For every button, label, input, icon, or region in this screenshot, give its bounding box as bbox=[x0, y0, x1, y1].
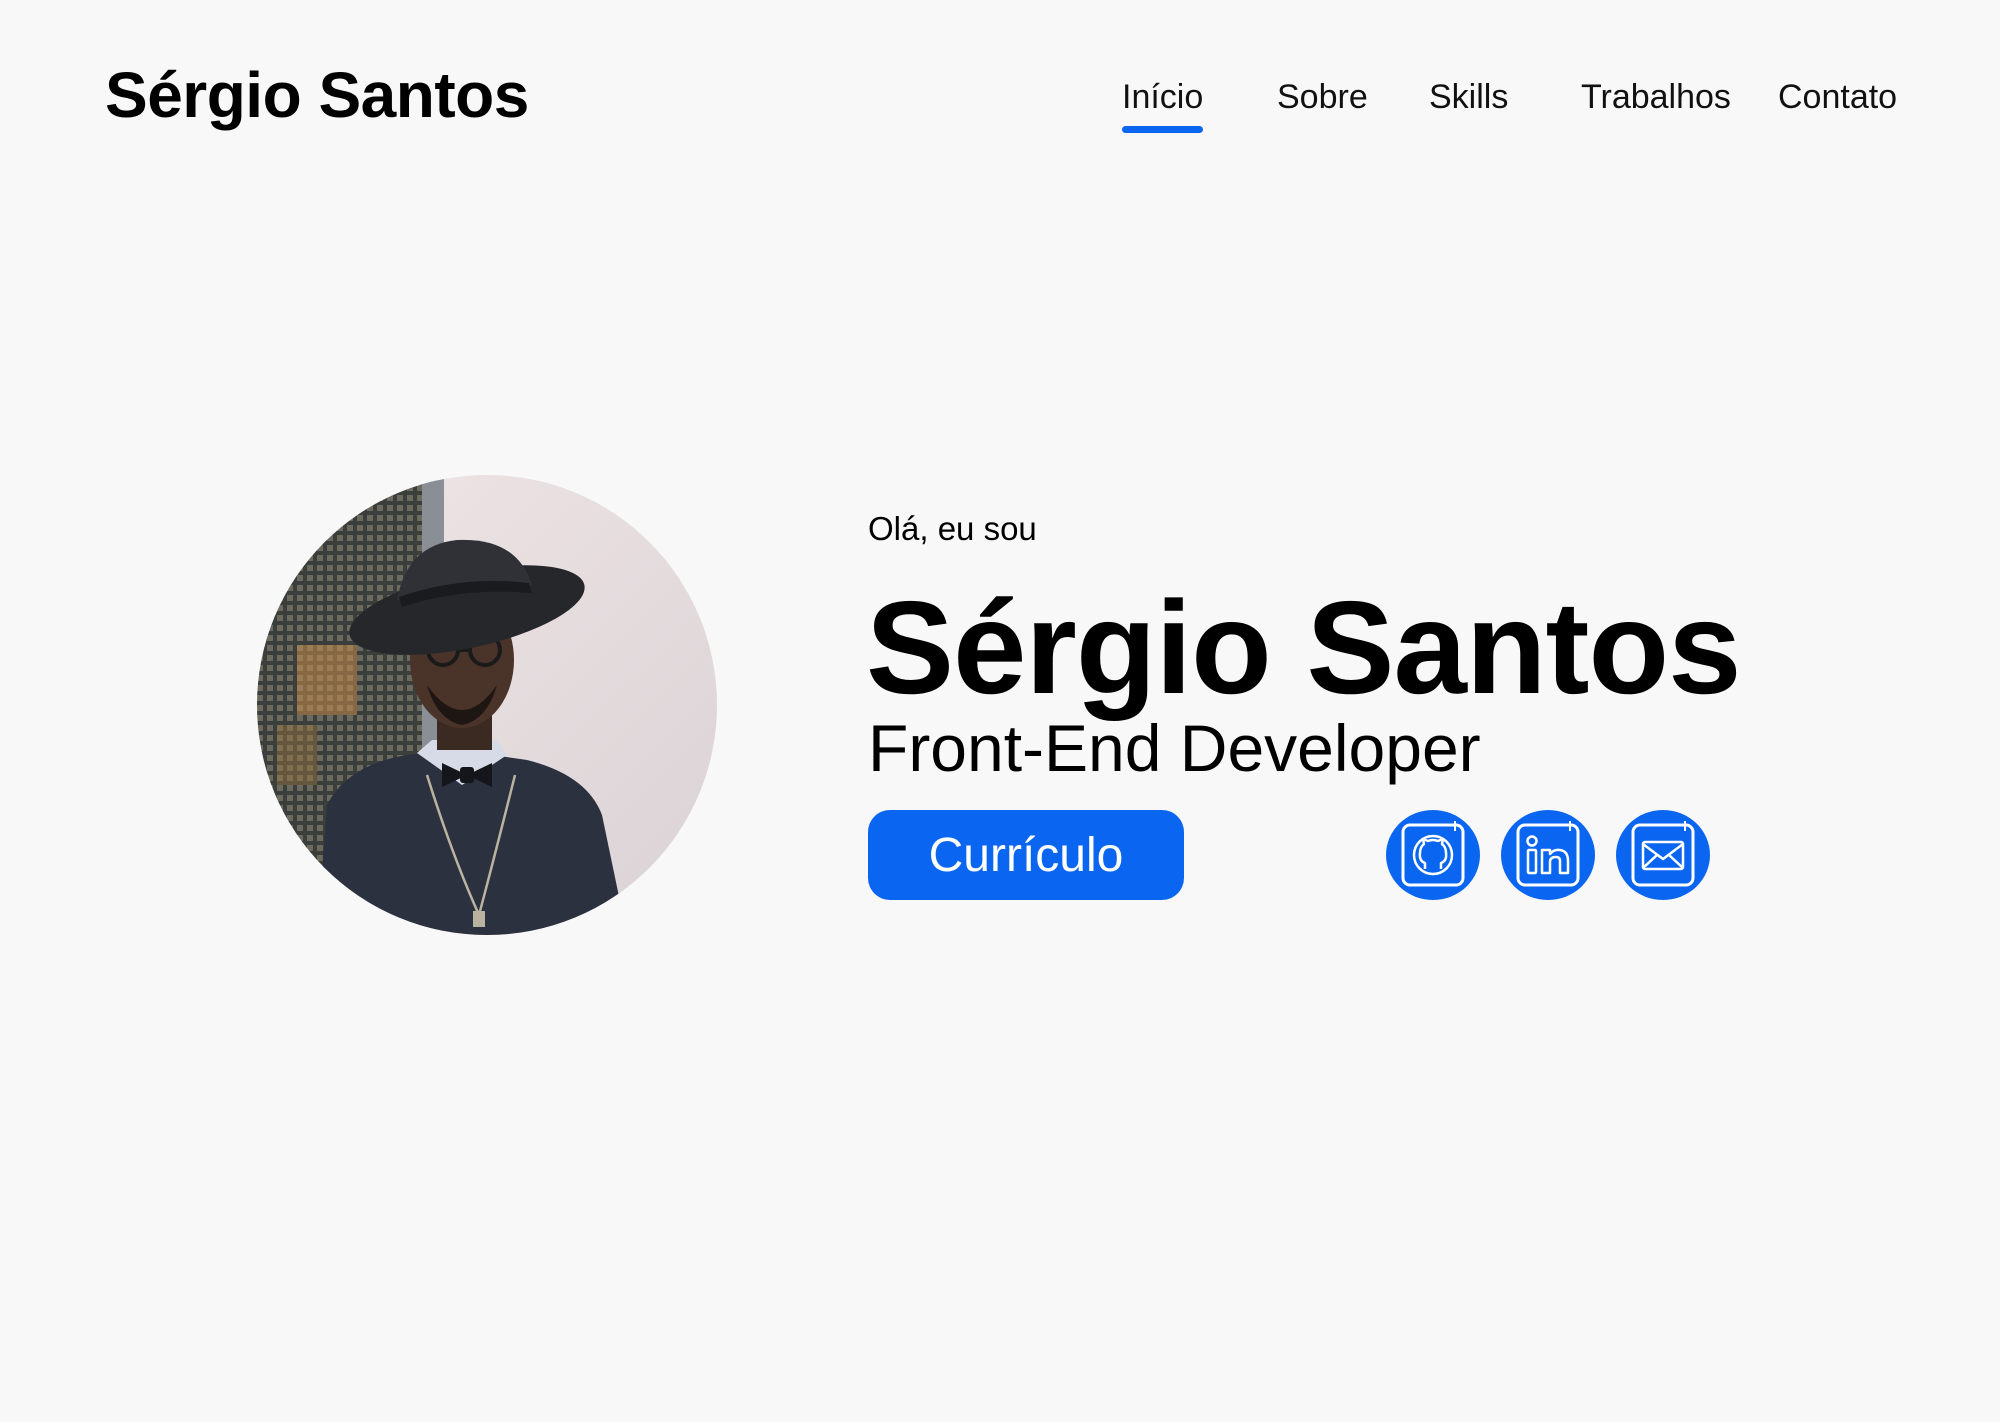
main-nav: Início Sobre Skills Trabalhos Contato bbox=[0, 78, 2000, 138]
hero-role: Front-End Developer bbox=[868, 711, 1481, 785]
linkedin-icon bbox=[1516, 821, 1580, 887]
hero-greeting: Olá, eu sou bbox=[868, 510, 1037, 547]
cv-download-button[interactable]: Currículo bbox=[868, 810, 1184, 900]
portfolio-page: Sérgio Santos Início Sobre Skills Trabal… bbox=[0, 0, 2000, 1422]
github-icon bbox=[1401, 821, 1465, 887]
profile-photo bbox=[257, 475, 717, 935]
nav-item-inicio[interactable]: Início bbox=[1122, 78, 1204, 133]
nav-item-trabalhos[interactable]: Trabalhos bbox=[1581, 78, 1731, 117]
nav-item-skills[interactable]: Skills bbox=[1429, 78, 1508, 117]
nav-item-sobre[interactable]: Sobre bbox=[1277, 78, 1368, 117]
github-link[interactable] bbox=[1386, 810, 1480, 900]
hero-name: Sérgio Santos bbox=[866, 574, 1742, 721]
email-link[interactable] bbox=[1616, 810, 1710, 900]
nav-item-contato[interactable]: Contato bbox=[1778, 78, 1897, 117]
email-icon bbox=[1631, 821, 1695, 887]
linkedin-link[interactable] bbox=[1501, 810, 1595, 900]
